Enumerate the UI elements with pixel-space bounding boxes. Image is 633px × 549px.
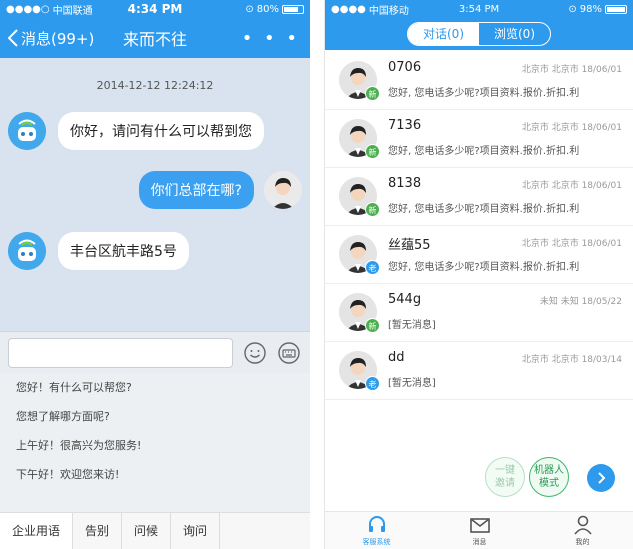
visitor-status-badge: 老 bbox=[365, 260, 380, 275]
visitor-location-date: 北京市 北京市 18/06/01 bbox=[521, 181, 622, 191]
back-button[interactable]: 消息(99+) bbox=[0, 28, 94, 49]
message-bubble-sent[interactable]: 你们总部在哪? bbox=[138, 171, 254, 209]
message-input[interactable] bbox=[8, 337, 233, 368]
tab-farewell[interactable]: 告别 bbox=[73, 513, 123, 549]
message-preview: 您好, 您电话多少呢?项目资料.报价.折扣.利 bbox=[388, 146, 580, 157]
robot-avatar bbox=[8, 112, 46, 150]
visitor-name: 0706 bbox=[388, 60, 422, 75]
message-row: 你好，请问有什么可以帮到您 bbox=[8, 112, 264, 150]
more-button[interactable]: • • • bbox=[242, 28, 310, 49]
tab-inquiry[interactable]: 询问 bbox=[171, 513, 221, 549]
nav-bar: 对话(0) 浏览(0) bbox=[325, 18, 633, 50]
visitor-location-date: 北京市 北京市 18/06/01 bbox=[521, 239, 622, 249]
message-bubble[interactable]: 你好，请问有什么可以帮到您 bbox=[58, 112, 264, 150]
nav-bar: 消息(99+) 来而不往 • • • bbox=[0, 18, 310, 58]
message-row: 丰台区航丰路5号 bbox=[8, 232, 189, 270]
phrase-tabs: 企业用语 告别 问候 询问 bbox=[0, 512, 310, 549]
bottom-tab-label: 我的 bbox=[575, 538, 590, 546]
one-click-invite-button[interactable]: 一键 邀请 bbox=[485, 457, 525, 497]
visitor-location-date: 北京市 北京市 18/06/01 bbox=[521, 65, 622, 75]
conversation-row[interactable]: 新 7136 北京市 北京市 18/06/01 您好, 您电话多少呢?项目资料.报价.… bbox=[325, 110, 633, 168]
robot-mode-button[interactable]: 机器人 模式 bbox=[529, 457, 569, 497]
conversation-list-screen: ●●●● 中国移动 3:54 PM ⊙ 98% 对话(0) 浏览(0) 新 070… bbox=[324, 0, 633, 549]
screenshot: ●●●●○ 中国联通 4:34 PM ⊙ 80% 消息(99+) 来而不往 • … bbox=[0, 0, 633, 549]
conversation-row[interactable]: 新 544g 未知 未知 18/05/22 [暂无消息] bbox=[325, 284, 633, 342]
conversation-row[interactable]: 老 dd 北京市 北京市 18/03/14 [暂无消息] bbox=[325, 342, 633, 400]
chevron-right-icon bbox=[598, 472, 606, 484]
visitor-status-badge: 新 bbox=[365, 86, 380, 101]
segment-control: 对话(0) 浏览(0) bbox=[407, 22, 551, 46]
tab-browsing[interactable]: 浏览(0) bbox=[479, 23, 550, 45]
visitor-location-date: 未知 未知 18/05/22 bbox=[539, 297, 622, 307]
status-time: 4:34 PM bbox=[127, 2, 183, 16]
quick-phrase[interactable]: 下午好！欢迎您来访! bbox=[0, 460, 310, 489]
tab-greeting[interactable]: 问候 bbox=[122, 513, 172, 549]
status-bar: ●●●●○ 中国联通 4:34 PM ⊙ 80% bbox=[0, 0, 310, 18]
visitor-name: 丝蕴55 bbox=[388, 238, 431, 253]
robot-avatar bbox=[8, 232, 46, 270]
battery-icon bbox=[282, 4, 304, 14]
chat-screen: ●●●●○ 中国联通 4:34 PM ⊙ 80% 消息(99+) 来而不往 • … bbox=[0, 0, 310, 549]
keyboard-icon[interactable] bbox=[277, 341, 301, 365]
headset-icon bbox=[368, 516, 385, 532]
bottom-nav: 客服系统 消息 我的 bbox=[325, 511, 633, 549]
visitor-status-badge: 新 bbox=[365, 318, 380, 333]
visitor-name: 8138 bbox=[388, 176, 422, 191]
chevron-left-icon bbox=[8, 29, 18, 47]
tab-enterprise-phrases[interactable]: 企业用语 bbox=[0, 513, 74, 549]
message-preview: 您好, 您电话多少呢?项目资料.报价.折扣.利 bbox=[388, 88, 580, 99]
message-preview: [暂无消息] bbox=[388, 320, 436, 331]
bottom-tab-profile[interactable]: 我的 bbox=[531, 512, 633, 549]
envelope-icon bbox=[469, 518, 490, 533]
conversation-row[interactable]: 老丝蕴55 北京市 北京市 18/06/01 您好, 您电话多少呢?项目资料.报价.… bbox=[325, 226, 633, 284]
person-icon bbox=[573, 515, 592, 535]
visitor-name: dd bbox=[388, 350, 405, 365]
quick-phrases-list: 您好！有什么可以帮您? 您想了解哪方面呢? 上午好！很高兴为您服务! 下午好！欢… bbox=[0, 373, 310, 513]
quick-phrase[interactable]: 您想了解哪方面呢? bbox=[0, 402, 310, 431]
conversation-row[interactable]: 新 8138 北京市 北京市 18/06/01 您好, 您电话多少呢?项目资料.报价.… bbox=[325, 168, 633, 226]
input-bar bbox=[0, 331, 310, 373]
emoji-icon[interactable] bbox=[243, 341, 267, 365]
message-timestamp: 2014-12-12 12:24:12 bbox=[96, 79, 214, 92]
visitor-status-badge: 新 bbox=[365, 144, 380, 159]
bottom-tab-label: 客服系统 bbox=[362, 538, 391, 546]
visitor-location-date: 北京市 北京市 18/03/14 bbox=[521, 355, 622, 365]
visitor-name: 544g bbox=[388, 292, 422, 307]
message-preview: 您好, 您电话多少呢?项目资料.报价.折扣.利 bbox=[388, 204, 580, 215]
quick-phrase[interactable]: 您好！有什么可以帮您? bbox=[0, 373, 310, 402]
visitor-location-date: 北京市 北京市 18/06/01 bbox=[521, 123, 622, 133]
message-preview: [暂无消息] bbox=[388, 378, 436, 389]
tab-conversations[interactable]: 对话(0) bbox=[408, 23, 479, 45]
bottom-tab-service[interactable]: 客服系统 bbox=[325, 512, 428, 549]
status-time: 3:54 PM bbox=[458, 3, 500, 15]
quick-phrase[interactable]: 上午好！很高兴为您服务! bbox=[0, 431, 310, 460]
expand-button[interactable] bbox=[587, 464, 615, 492]
visitor-status-badge: 新 bbox=[365, 202, 380, 217]
battery-icon bbox=[605, 4, 627, 14]
back-label: 消息(99+) bbox=[21, 29, 95, 48]
conversation-row[interactable]: 新 0706 北京市 北京市 18/06/01 您好, 您电话多少呢?项目资料.报价.… bbox=[325, 52, 633, 110]
visitor-name: 7136 bbox=[388, 118, 422, 133]
message-row: 你们总部在哪? bbox=[138, 171, 302, 209]
bottom-tab-label: 消息 bbox=[472, 538, 487, 546]
bottom-tab-messages[interactable]: 消息 bbox=[428, 512, 531, 549]
message-preview: 您好, 您电话多少呢?项目资料.报价.折扣.利 bbox=[388, 262, 580, 273]
status-bar: ●●●● 中国移动 3:54 PM ⊙ 98% bbox=[325, 0, 633, 18]
message-bubble[interactable]: 丰台区航丰路5号 bbox=[58, 232, 189, 270]
user-avatar bbox=[264, 171, 302, 209]
visitor-status-badge: 老 bbox=[365, 376, 380, 391]
